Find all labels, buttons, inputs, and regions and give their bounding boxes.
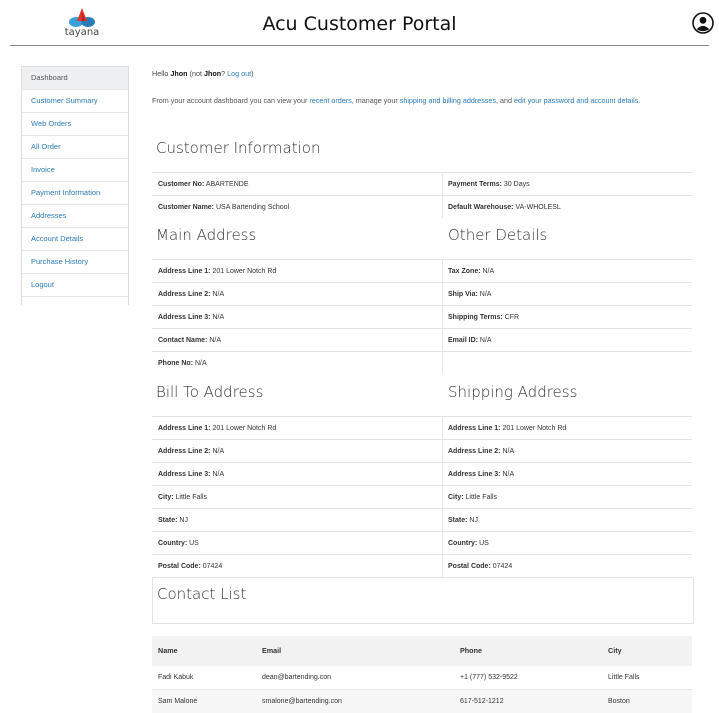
customer-name: Customer Name: USA Bartending School: [158, 204, 290, 211]
table-row: Fadi Kabuk dean@bartending.con +1 (777) …: [152, 666, 692, 689]
bill-state: State: NJ: [158, 517, 188, 524]
bill-line-1: Address Line 1: 201 Lower Notch Rd: [158, 425, 277, 432]
sidebar-item-customer-summary[interactable]: Customer Summary: [22, 90, 128, 113]
contact-name: Fadi Kabuk: [158, 674, 194, 681]
col-name: Name: [158, 646, 178, 655]
sidebar-item-invoice[interactable]: Invoice: [22, 159, 128, 182]
header: tayana Acu Customer Portal: [0, 0, 719, 46]
contact-email: dean@bartending.con: [262, 674, 331, 681]
contact-table-header: Name Email Phone City: [152, 636, 692, 666]
ship-postal: Postal Code: 07424: [448, 563, 513, 570]
customer-info-row-2: Customer Name: USA Bartending School Def…: [152, 195, 692, 219]
main-contact-name: Contact Name: N/A: [158, 337, 222, 344]
bill-country: Country: US: [158, 540, 199, 547]
main-address-line-3: Address Line 3: N/A: [158, 314, 225, 321]
recent-orders-link[interactable]: recent orders: [309, 96, 351, 105]
main-address-line-1: Address Line 1: 201 Lower Notch Rd: [158, 268, 277, 275]
contact-phone: +1 (777) 532-9522: [460, 674, 518, 681]
main-phone-no: Phone No: N/A: [158, 360, 207, 367]
main-address-row-3: Address Line 3: N/A Shipping Terms: CFR: [152, 305, 692, 329]
sidebar-item-dashboard[interactable]: Dashboard: [22, 67, 128, 90]
customer-no: Customer No: ABARTENDE: [158, 181, 249, 188]
bill-line-3: Address Line 3: N/A: [158, 471, 225, 478]
table-row: Sam Malone smalone@bartending.con 617-51…: [152, 689, 692, 713]
intro-text-1: From your account dashboard you can view…: [152, 96, 308, 105]
other-details-title: Other Details: [448, 226, 548, 244]
sidebar-item-purchase-history[interactable]: Purchase History: [22, 251, 128, 274]
col-city: City: [608, 646, 622, 655]
sidebar-item-logout[interactable]: Logout: [22, 274, 128, 297]
ship-country: Country: US: [448, 540, 489, 547]
main-address-line-2: Address Line 2: N/A: [158, 291, 225, 298]
page-title: Acu Customer Portal: [262, 13, 457, 35]
intro-text-2: , manage your: [351, 96, 398, 105]
ship-state: State: NJ: [448, 517, 478, 524]
main-address-row-2: Address Line 2: N/A Ship Via: N/A: [152, 282, 692, 306]
shipping-address-title: Shipping Address: [448, 383, 578, 401]
greeting-not-prefix: (not: [189, 69, 202, 78]
contact-list-title: Contact List: [157, 585, 247, 603]
billing-row-6: Country: US Country: US: [152, 531, 692, 555]
main-address-title: Main Address: [156, 226, 257, 244]
address-column-divider: [442, 259, 443, 374]
main-address-row-1: Address Line 1: 201 Lower Notch Rd Tax Z…: [152, 259, 692, 283]
sidebar-item-web-orders[interactable]: Web Orders: [22, 113, 128, 136]
billing-row-7: Postal Code: 07424 Postal Code: 07424: [152, 554, 692, 578]
contact-phone: 617-512-1212: [460, 698, 504, 705]
ship-city: City: Little Falls: [448, 494, 498, 501]
ship-line-2: Address Line 2: N/A: [448, 448, 515, 455]
greeting-name: Jhon: [170, 69, 188, 78]
sidebar-item-payment-information[interactable]: Payment Information: [22, 182, 128, 205]
main-address-row-5: Phone No: N/A: [152, 351, 692, 375]
bill-postal: Postal Code: 07424: [158, 563, 223, 570]
logout-link[interactable]: Log out: [227, 69, 251, 78]
default-warehouse: Default Warehouse: VA-WHOLESL: [448, 204, 561, 211]
bill-to-title: Bill To Address: [156, 383, 264, 401]
user-account-icon[interactable]: [692, 12, 714, 34]
contact-list-box: Contact List: [152, 577, 694, 624]
contact-city: Little Falls: [608, 674, 640, 681]
sidebar-bottom-spacer: [22, 297, 128, 305]
shipping-terms: Shipping Terms: CFR: [448, 314, 520, 321]
billing-row-4: City: Little Falls City: Little Falls: [152, 485, 692, 509]
contact-city: Boston: [608, 698, 630, 705]
contact-name: Sam Malone: [158, 698, 198, 705]
ship-line-3: Address Line 3: N/A: [448, 471, 515, 478]
contact-email: smalone@bartending.con: [262, 698, 342, 705]
billing-row-3: Address Line 3: N/A Address Line 3: N/A: [152, 462, 692, 486]
header-divider: [10, 45, 709, 46]
payment-terms: Payment Terms: 30 Days: [448, 181, 530, 188]
col-email: Email: [262, 646, 282, 655]
billing-row-1: Address Line 1: 201 Lower Notch Rd Addre…: [152, 416, 692, 440]
intro-text-4: .: [638, 96, 641, 105]
intro-text-3: , and: [496, 96, 513, 105]
info-column-divider: [442, 172, 443, 218]
sidebar: Dashboard Customer Summary Web Orders Al…: [21, 66, 129, 305]
billing-row-5: State: NJ State: NJ: [152, 508, 692, 532]
tax-zone: Tax Zone: N/A: [448, 268, 495, 275]
ship-line-1: Address Line 1: 201 Lower Notch Rd: [448, 425, 567, 432]
dashboard-intro: From your account dashboard you can view…: [152, 94, 692, 107]
sidebar-item-all-order[interactable]: All Order: [22, 136, 128, 159]
billing-row-2: Address Line 2: N/A Address Line 2: N/A: [152, 439, 692, 463]
account-details-link[interactable]: edit your password and account details: [514, 96, 638, 105]
customer-info-row-1: Customer No: ABARTENDE Payment Terms: 30…: [152, 172, 692, 196]
greeting: Hello Jhon (not Jhon? Log out): [152, 69, 254, 78]
customer-info-title: Customer Information: [156, 139, 321, 157]
addresses-link[interactable]: shipping and billing addresses: [400, 96, 496, 105]
billing-column-divider: [442, 416, 443, 577]
main-address-row-4: Contact Name: N/A Email ID: N/A: [152, 328, 692, 352]
greeting-hello: Hello: [152, 69, 169, 78]
greeting-suffix: ): [251, 69, 254, 78]
email-id: Email ID: N/A: [448, 337, 492, 344]
sidebar-item-addresses[interactable]: Addresses: [22, 205, 128, 228]
bill-city: City: Little Falls: [158, 494, 208, 501]
greeting-not-name: Jhon: [203, 69, 222, 78]
sidebar-item-account-details[interactable]: Account Details: [22, 228, 128, 251]
ship-via: Ship Via: N/A: [448, 291, 492, 298]
bill-line-2: Address Line 2: N/A: [158, 448, 225, 455]
col-phone: Phone: [460, 646, 482, 655]
